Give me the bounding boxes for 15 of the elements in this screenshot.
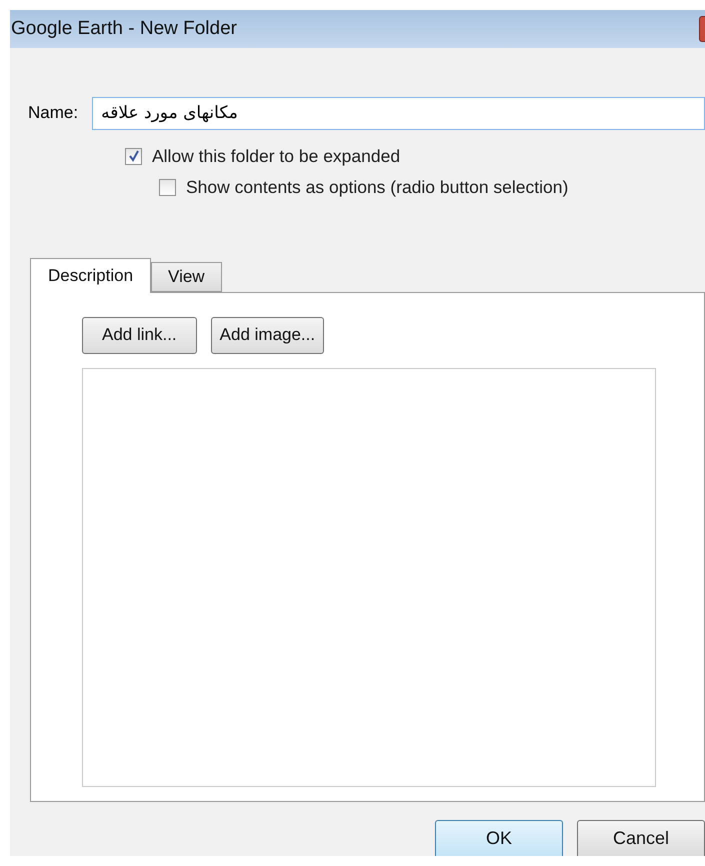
- window-title: Google Earth - New Folder: [10, 18, 237, 40]
- checkbox[interactable]: [125, 148, 142, 164]
- name-field[interactable]: مکانهای مورد علاقه: [92, 96, 705, 130]
- add-image-button[interactable]: Add link...: [82, 316, 197, 354]
- checkbox[interactable]: [159, 178, 176, 196]
- description-field[interactable]: [82, 368, 656, 786]
- tab[interactable]: View: [151, 262, 222, 292]
- cancel-button[interactable]: Cancel: [577, 820, 705, 856]
- tab[interactable]: Description: [30, 258, 152, 292]
- ok-button[interactable]: OK: [435, 820, 563, 856]
- name-label: Name:: [28, 103, 78, 123]
- checkbox-label: Allow this folder to be expanded: [152, 146, 400, 166]
- add-image-button[interactable]: Add image...: [210, 316, 324, 354]
- checkbox-label: Show contents as options (radio button selection): [186, 176, 568, 198]
- close-button[interactable]: [699, 16, 705, 42]
